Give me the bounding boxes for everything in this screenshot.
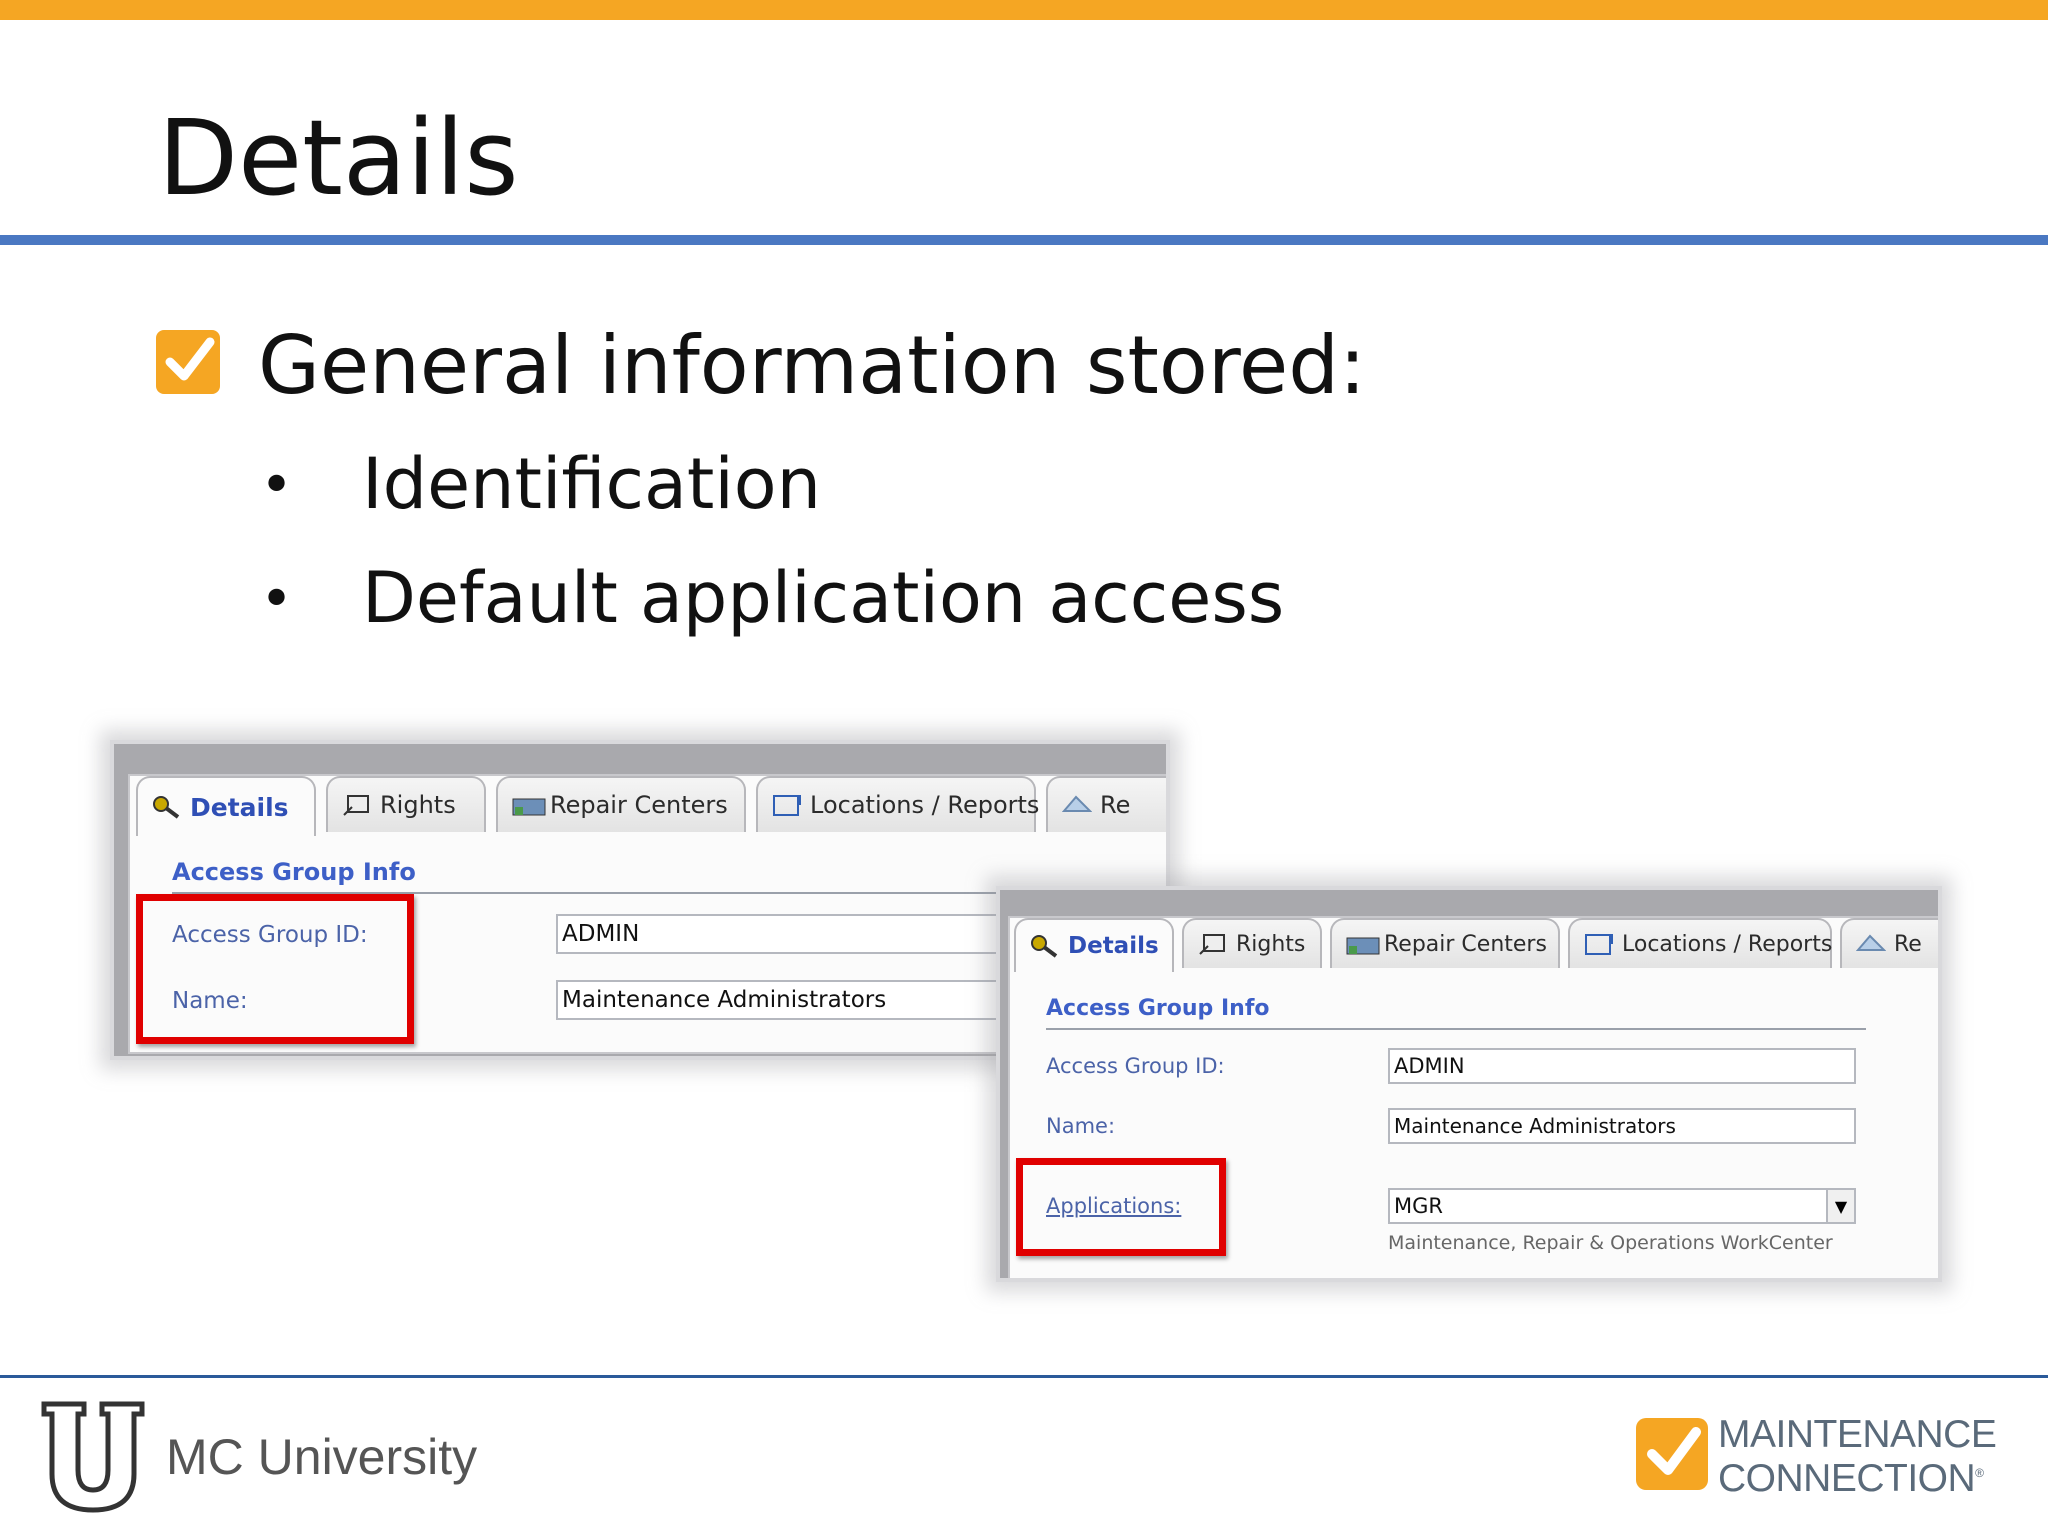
tab-label: Locations / Reports [810,791,1040,819]
tab-reports-partial[interactable]: Re [1840,918,1938,968]
tab-label: Details [1068,933,1159,959]
highlight-box-applications [1016,1158,1226,1256]
title-divider [0,235,2048,245]
key-icon [152,795,182,819]
footer-university-name: MC University [166,1429,478,1485]
tab-label: Details [190,792,289,822]
tab-label: Rights [380,791,456,819]
top-accent-bar [0,0,2048,20]
key-icon [1030,934,1060,958]
repair-centers-icon [1346,932,1380,956]
mc-university-logo [40,1400,146,1518]
locations-icon [772,793,802,817]
applications-select[interactable]: MGR ▼ [1388,1188,1856,1224]
reports-icon [1855,932,1887,956]
highlight-box-identification [136,894,414,1044]
section-title: Access Group Info [172,858,416,886]
tab-label: Re [1100,791,1131,819]
tab-label: Locations / Reports [1622,931,1833,957]
name-field[interactable]: Maintenance Administrators [1388,1108,1856,1144]
rights-icon [1198,932,1228,956]
applications-hint: Maintenance, Repair & Operations WorkCen… [1388,1232,1833,1254]
sub-bullet-dot: • [260,453,294,518]
sub-bullet-dot: • [260,567,294,632]
reports-icon [1061,793,1093,817]
sub-bullet-identification: Identification [362,443,821,525]
rights-icon [342,793,372,817]
applications-value: MGR [1394,1194,1443,1218]
name-label: Name: [1046,1114,1116,1138]
tab-reports-partial[interactable]: Re [1046,776,1166,832]
brand-line-2: CONNECTION® [1718,1457,1984,1500]
checkbox-checked-icon [156,330,220,394]
brand-name: MAINTENANCE CONNECTION® [1718,1413,1997,1500]
tab-rights[interactable]: Rights [1182,918,1322,968]
tab-label: Repair Centers [550,791,728,819]
tab-details[interactable]: Details [1014,918,1174,972]
sub-bullet-default-access: Default application access [362,557,1285,639]
tab-label: Repair Centers [1384,931,1547,957]
access-group-id-field[interactable]: ADMIN [1388,1048,1856,1084]
section-divider [1046,1028,1866,1030]
footer-divider [0,1375,2048,1378]
dropdown-arrow-icon[interactable]: ▼ [1826,1190,1854,1222]
tab-label: Re [1894,931,1922,957]
main-bullet-text: General information stored: [258,319,1366,412]
brand-line-1: MAINTENANCE [1718,1413,1997,1456]
locations-icon [1584,932,1614,956]
tab-locations-reports[interactable]: Locations / Reports [756,776,1040,832]
tab-repair-centers[interactable]: Repair Centers [496,776,746,832]
tab-repair-centers[interactable]: Repair Centers [1330,918,1560,968]
tab-locations-reports[interactable]: Locations / Reports [1568,918,1832,968]
section-title: Access Group Info [1046,996,1270,1021]
repair-centers-icon [512,793,546,817]
access-group-id-label: Access Group ID: [1046,1054,1225,1078]
tab-rights[interactable]: Rights [326,776,486,832]
tab-label: Rights [1236,931,1306,957]
registered-mark: ® [1975,1466,1984,1480]
tab-details[interactable]: Details [136,776,316,836]
maintenance-connection-logo [1636,1418,1708,1490]
slide-title: Details [158,97,519,219]
